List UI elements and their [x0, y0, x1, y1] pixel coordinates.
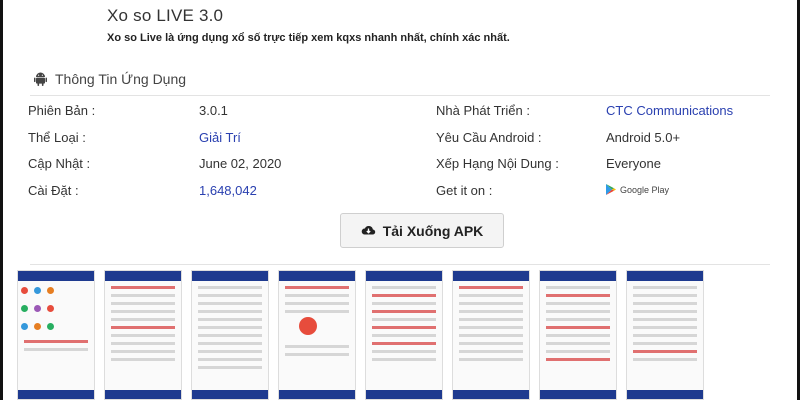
divider-bottom [30, 264, 770, 265]
screenshot-thumbnail[interactable] [191, 270, 269, 400]
screenshot-thumbnail[interactable] [104, 270, 182, 400]
android-icon [34, 72, 47, 86]
category-label: Thể Loại : [28, 130, 86, 145]
android-requirement-label: Yêu Cầu Android : [436, 130, 542, 145]
google-play-badge[interactable]: Google Play [606, 184, 669, 195]
screenshot-thumbnail[interactable] [626, 270, 704, 400]
screenshot-thumbnail[interactable] [17, 270, 95, 400]
google-play-icon [606, 184, 616, 195]
installs-value: 1,648,042 [199, 183, 257, 198]
developer-link[interactable]: CTC Communications [606, 103, 733, 118]
app-title: Xo so LIVE 3.0 [107, 6, 224, 25]
cloud-download-icon [361, 225, 375, 235]
google-play-text: Google Play [620, 184, 670, 195]
download-apk-label: Tải Xuống APK [382, 222, 484, 239]
installs-label: Cài Đặt : [28, 183, 79, 198]
screenshot-thumbnail[interactable] [452, 270, 530, 400]
screenshot-thumbnail[interactable] [365, 270, 443, 400]
screenshot-gallery [17, 270, 783, 400]
get-it-on-label: Get it on : [436, 183, 493, 198]
version-value: 3.0.1 [199, 103, 228, 118]
updated-value: June 02, 2020 [199, 156, 282, 171]
screenshot-thumbnail[interactable] [539, 270, 617, 400]
app-header: Xo so LIVE 3.0 Xo so Live là ứng dụng xổ… [107, 6, 510, 44]
content-rating-label: Xếp Hạng Nội Dung : [436, 156, 559, 171]
section-title: Thông Tin Ứng Dụng [55, 71, 187, 87]
divider-top [30, 95, 770, 96]
android-requirement-value: Android 5.0+ [606, 130, 681, 145]
app-description: Xo so Live là ứng dụng xổ số trực tiếp x… [107, 32, 510, 44]
left-frame [0, 0, 3, 400]
screenshot-thumbnail[interactable] [278, 270, 356, 400]
version-label: Phiên Bản : [28, 103, 96, 118]
app-info-section-header: Thông Tin Ứng Dụng [34, 71, 186, 87]
download-apk-button[interactable]: Tải Xuống APK [340, 213, 504, 248]
updated-label: Cập Nhật : [28, 156, 91, 171]
content-rating-value: Everyone [606, 156, 661, 171]
category-link[interactable]: Giải Trí [199, 130, 241, 145]
developer-label: Nhà Phát Triển : [436, 103, 530, 118]
